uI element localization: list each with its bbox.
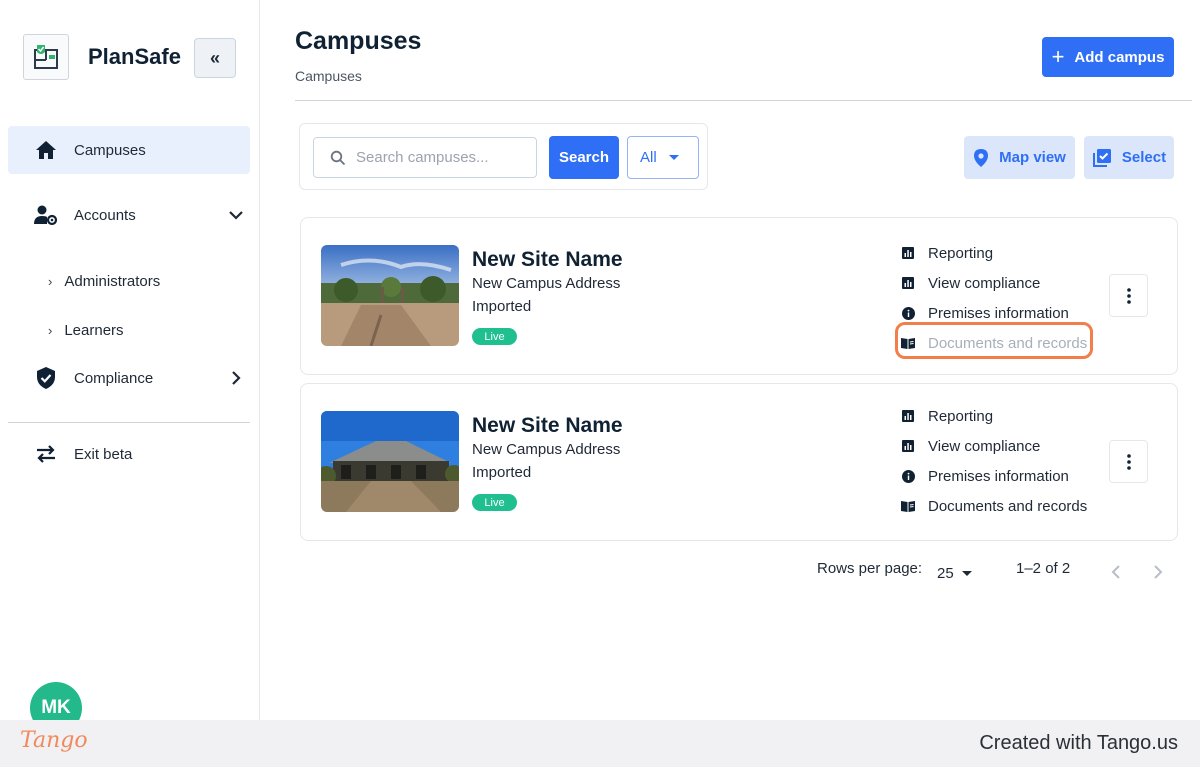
bar-chart-icon [901, 409, 915, 423]
brand[interactable]: PlanSafe [23, 34, 181, 80]
more-options-button[interactable] [1109, 440, 1148, 483]
search-field[interactable] [313, 137, 537, 178]
map-pin-icon [974, 148, 989, 167]
bar-chart-icon [901, 276, 915, 290]
bar-chart-icon [901, 246, 915, 260]
campus-name[interactable]: New Site Name [472, 248, 623, 272]
campus-address: New Campus Address [472, 275, 621, 292]
search-input[interactable] [356, 149, 536, 166]
campus-card[interactable]: New Site Name New Campus Address Importe… [300, 217, 1178, 375]
status-badge: Live [472, 494, 517, 511]
search-panel: Search All [299, 123, 708, 190]
map-view-button[interactable]: Map view [964, 136, 1075, 179]
home-icon [34, 138, 58, 162]
double-chevron-left-icon: « [209, 47, 220, 68]
campus-status: Imported [472, 298, 532, 315]
tango-highlight-ring [895, 322, 1093, 359]
brand-name: PlanSafe [88, 44, 181, 69]
page-title: Campuses [295, 27, 422, 55]
sidebar-item-exit-beta[interactable]: Exit beta [8, 430, 250, 478]
campus-links: Reporting View compliance Premises infor… [901, 401, 1101, 521]
view-compliance-link[interactable]: View compliance [901, 268, 1101, 298]
sidebar-item-compliance[interactable]: Compliance [8, 354, 250, 402]
chevron-right-icon: › [48, 322, 53, 338]
more-options-button[interactable] [1109, 274, 1148, 317]
campus-photo[interactable] [321, 245, 459, 346]
select-label: Select [1121, 149, 1167, 166]
campus-photo[interactable] [321, 411, 459, 512]
campus-card[interactable]: New Site Name New Campus Address Importe… [300, 383, 1178, 541]
info-icon [901, 306, 915, 320]
select-checkbox-icon [1092, 148, 1111, 167]
more-vertical-icon [1126, 287, 1131, 304]
sidebar-item-label: Accounts [74, 206, 136, 224]
add-campus-label: Add campus [1074, 48, 1165, 66]
link-label: View compliance [928, 274, 1041, 292]
caret-down-icon [668, 155, 679, 160]
tango-footer: Tango Created with Tango.us [0, 720, 1200, 767]
sidebar-item-label: Compliance [74, 369, 154, 387]
search-icon [330, 150, 346, 165]
reporting-link[interactable]: Reporting [901, 401, 1101, 431]
plus-icon: + [1051, 44, 1065, 69]
sidebar-item-campuses[interactable]: Campuses [8, 126, 250, 174]
reporting-link[interactable]: Reporting [901, 238, 1101, 268]
link-label: Premises information [928, 304, 1069, 322]
more-vertical-icon [1126, 453, 1131, 470]
map-view-label: Map view [999, 149, 1066, 166]
sidebar: PlanSafe « Campuses Accounts › Administr… [0, 0, 260, 734]
tango-logo: Tango [20, 728, 88, 753]
select-button[interactable]: Select [1084, 136, 1174, 179]
campus-name[interactable]: New Site Name [472, 414, 623, 438]
filter-select[interactable]: All [627, 136, 699, 179]
chevron-right-icon [232, 371, 241, 385]
next-page-button[interactable] [1150, 562, 1166, 582]
documents-and-records-link[interactable]: Documents and records [901, 491, 1101, 521]
search-button[interactable]: Search [549, 136, 619, 179]
premises-information-link[interactable]: Premises information [901, 461, 1101, 491]
footer-credit: Created with Tango.us [979, 732, 1178, 754]
bar-chart-icon [901, 439, 915, 453]
chevron-down-icon [229, 211, 243, 220]
info-icon [901, 469, 915, 483]
chevron-right-icon: › [48, 273, 53, 289]
sidebar-subitem-label: Learners [64, 321, 124, 339]
sidebar-item-label: Campuses [74, 141, 146, 159]
filter-select-value: All [640, 149, 657, 166]
link-label: Reporting [928, 407, 994, 425]
sidebar-subitem-learners[interactable]: › Learners [48, 315, 124, 345]
rows-per-page-label: Rows per page: [817, 560, 923, 577]
sidebar-item-label: Exit beta [74, 445, 133, 463]
link-label: Premises information [928, 467, 1069, 485]
view-compliance-link[interactable]: View compliance [901, 431, 1101, 461]
sidebar-subitem-administrators[interactable]: › Administrators [48, 266, 160, 296]
breadcrumb[interactable]: Campuses [295, 68, 362, 84]
rows-per-page-select[interactable]: 25 [937, 560, 972, 586]
sidebar-item-accounts[interactable]: Accounts [8, 191, 250, 239]
swap-arrows-icon [34, 442, 58, 466]
shield-check-icon [34, 366, 58, 390]
rows-per-page-value: 25 [937, 564, 954, 582]
status-badge: Live [472, 328, 517, 345]
add-campus-button[interactable]: + Add campus [1042, 37, 1174, 77]
collapse-sidebar-button[interactable]: « [194, 38, 236, 78]
campus-status: Imported [472, 464, 532, 481]
user-gear-icon [34, 203, 58, 227]
sidebar-divider [8, 422, 250, 423]
caret-down-icon [961, 570, 972, 576]
previous-page-button[interactable] [1108, 562, 1124, 582]
book-icon [901, 499, 915, 513]
pagination-range: 1–2 of 2 [1016, 560, 1071, 577]
campus-address: New Campus Address [472, 441, 621, 458]
plansafe-logo-icon [23, 34, 69, 80]
header-divider [295, 100, 1192, 101]
sidebar-subitem-label: Administrators [64, 272, 161, 290]
link-label: Reporting [928, 244, 994, 262]
link-label: Documents and records [928, 497, 1088, 515]
link-label: View compliance [928, 437, 1041, 455]
